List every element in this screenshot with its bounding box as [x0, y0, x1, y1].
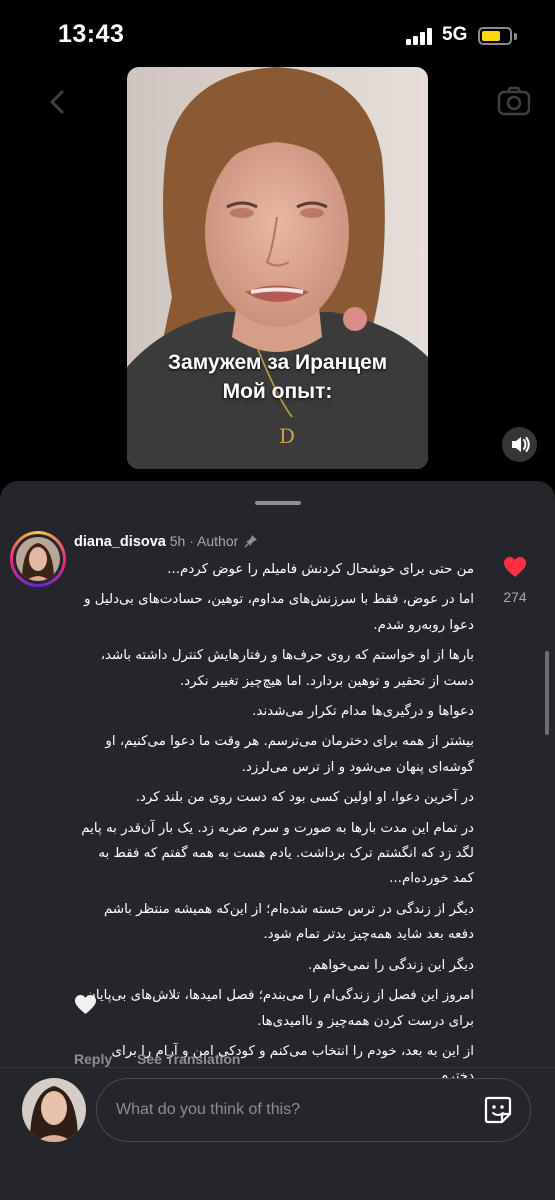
network-label: 5G [442, 24, 468, 45]
speaker-icon [512, 437, 530, 452]
video-caption: Замужем за Иранцем Мой опыт: [127, 348, 428, 406]
comment-meta: diana_disova 5h · Author [74, 533, 258, 550]
commenter-avatar-image [16, 537, 60, 581]
back-arrow-icon[interactable] [42, 86, 74, 118]
see-translation-button[interactable]: See Translation [137, 1051, 240, 1067]
comment-input-placeholder: What do you think of this? [116, 1101, 301, 1118]
comment-paragraph: اما در عوض، فقط با سرزنش‌های مداوم، توهی… [84, 592, 474, 633]
sticker-icon[interactable] [482, 1094, 514, 1126]
drag-handle[interactable] [255, 501, 301, 505]
caption-line-2: Мой опыт: [222, 380, 333, 403]
status-time: 13:43 [58, 20, 125, 48]
comment-time: 5h [169, 533, 186, 549]
like-heart-icon[interactable] [503, 556, 527, 578]
comment-paragraph: دیگر این زندگی را نمی‌خواهم. [308, 957, 474, 973]
comment-paragraph: در تمام این مدت بارها به صورت و سرم ضربه… [81, 820, 474, 887]
username[interactable]: diana_disova [74, 534, 166, 550]
camera-icon[interactable] [496, 84, 532, 118]
comment-paragraph: امروز این فصل از زندگی‌ام را می‌بندم؛ فص… [86, 988, 474, 1029]
commenter-avatar[interactable] [10, 531, 66, 587]
comment-paragraph: دعواها و درگیری‌ها مدام تکرار می‌شدند. [252, 704, 474, 720]
signal-icon [406, 28, 432, 45]
divider [0, 1067, 555, 1068]
comment-paragraph: در آخرین دعوا، او اولین کسی بود که دست ر… [135, 790, 474, 806]
caption-line-1: Замужем за Иранцем [167, 351, 388, 374]
scrollbar[interactable] [545, 651, 549, 735]
meta-separator: · [189, 533, 194, 549]
comment-input[interactable]: What do you think of this? [96, 1078, 531, 1142]
comments-sheet: diana_disova 5h · Author 274 من حتی برای… [0, 481, 555, 1200]
comment-paragraph: من حتی برای خوشحال کردنش فامیلم را عوض ک… [167, 562, 474, 577]
reply-button[interactable]: Reply [74, 1051, 112, 1067]
battery-tip [514, 33, 517, 40]
author-badge: Author [197, 533, 239, 549]
svg-text:D: D [279, 424, 295, 448]
comment-paragraph: دیگر از زندگی در ترس خسته شده‌ام؛ از این… [103, 901, 474, 943]
battery-icon [478, 27, 512, 45]
my-avatar[interactable] [22, 1078, 86, 1142]
comment-paragraph: بارها از او خواستم که روی حرف‌ها و رفتار… [100, 648, 474, 689]
status-bar: 13:43 5G [0, 0, 555, 70]
comment-paragraph: بیشتر از همه برای دخترمان می‌ترسم. هر وق… [105, 734, 474, 775]
video-frame[interactable]: D Замужем за Иранцем Мой опыт: [127, 67, 428, 469]
sound-button[interactable] [502, 427, 537, 462]
comment-text: من حتی برای خوشحال کردنش فامیلم را عوض ک… [74, 557, 474, 1095]
like-count: 274 [503, 589, 527, 605]
pin-icon [244, 535, 258, 548]
white-heart-emoji-icon [75, 994, 96, 1015]
video-still: D [127, 67, 428, 469]
